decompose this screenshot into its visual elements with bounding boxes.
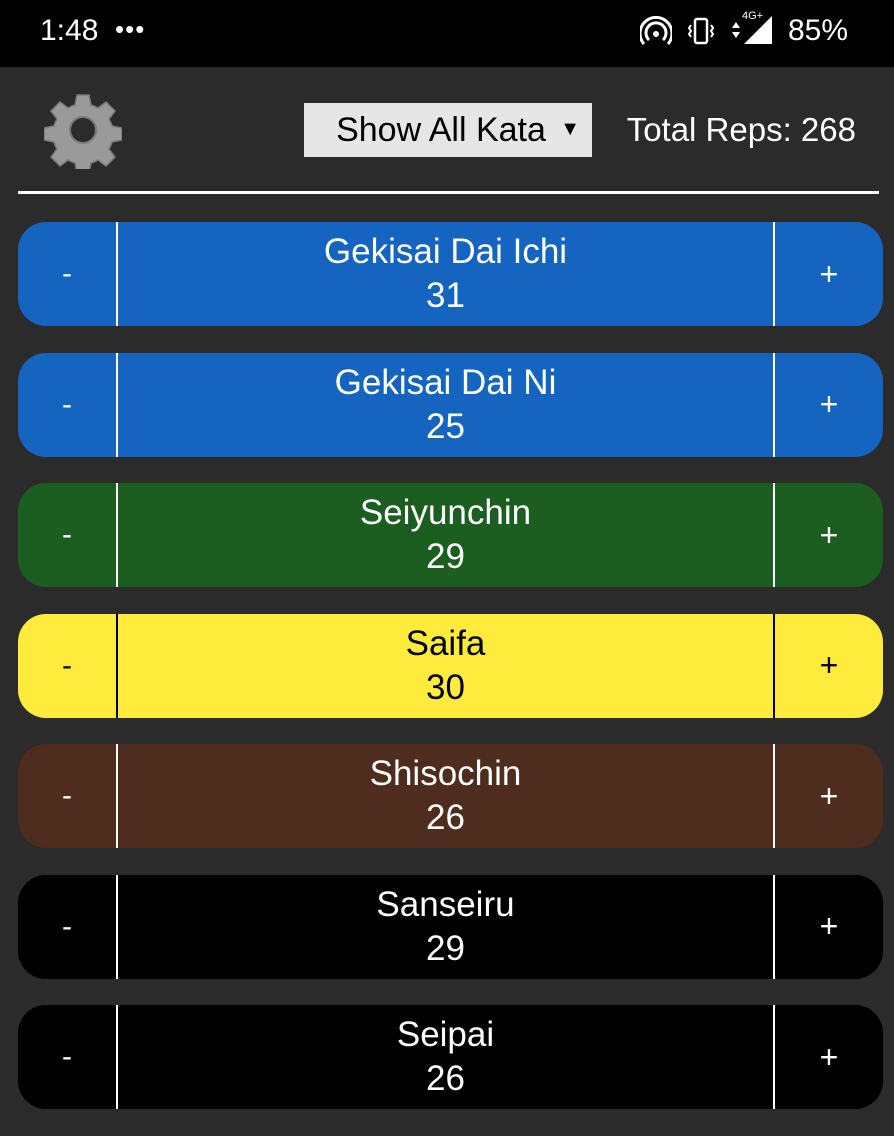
kata-name: Gekisai Dai Ichi (323, 232, 568, 272)
increment-button[interactable]: + (773, 613, 883, 718)
decrement-button[interactable]: - (18, 352, 118, 457)
kata-row: - Seiyunchin 29 + (18, 483, 883, 587)
kata-count: 25 (426, 406, 465, 446)
kata-row: - Shisochin 26 + (18, 744, 883, 848)
kata-count: 29 (426, 928, 465, 968)
decrement-button[interactable]: - (18, 483, 118, 587)
decrement-button[interactable]: - (18, 613, 118, 718)
kata-info: Gekisai Dai Ni 25 (118, 353, 773, 457)
increment-button[interactable]: + (773, 1005, 883, 1109)
kata-name: Seiyunchin (359, 493, 532, 533)
signal-icon: 4G+ (730, 10, 774, 46)
battery-percent: 85% (787, 14, 848, 47)
kata-info: Shisochin 26 (118, 744, 773, 848)
increment-button[interactable]: + (773, 744, 883, 848)
kata-row: - Seipai 26 + (18, 1005, 883, 1109)
kata-filter-label: Show All Kata (336, 110, 546, 149)
kata-count: 30 (426, 667, 465, 707)
kata-info: Saifa 30 (118, 614, 773, 718)
decrement-button[interactable]: - (18, 874, 118, 979)
status-bar: 1:48 ••• 4G+ 85% (0, 0, 894, 67)
kata-count: 31 (426, 276, 465, 315)
kata-info: Seiyunchin 29 (118, 483, 773, 587)
kata-count: 26 (426, 1059, 465, 1098)
kata-count: 29 (426, 537, 465, 576)
kata-list: - Gekisai Dai Ichi 31 + - Gekisai Dai Ni 25 + - S… (18, 222, 883, 1136)
status-right: 4G+ 85% (639, 10, 848, 48)
total-reps: Total Reps: 268 (626, 111, 856, 148)
kata-name: Sanseiru (376, 884, 515, 924)
kata-row: - Sanseiru 29 + (18, 874, 883, 979)
increment-button[interactable]: + (773, 874, 883, 979)
network-label: 4G+ (741, 10, 764, 22)
increment-button[interactable]: + (773, 483, 883, 587)
notification-dots-icon: ••• (115, 14, 146, 44)
kata-name: Shisochin (369, 754, 522, 794)
kata-count: 26 (426, 798, 465, 837)
header-divider (18, 191, 879, 194)
kata-row: - Saifa 30 + (18, 613, 883, 718)
kata-name: Seipai (396, 1015, 495, 1055)
status-time: 1:48 (40, 14, 99, 47)
kata-info: Seipai 26 (118, 1005, 773, 1109)
kata-name: Saifa (405, 623, 486, 663)
kata-name: Gekisai Dai Ni (334, 362, 557, 402)
decrement-button[interactable]: - (18, 1005, 118, 1109)
header: Show All Kata ▼ Total Reps: 268 (0, 67, 894, 191)
dropdown-arrow-icon: ▼ (560, 118, 580, 140)
kata-filter-select[interactable]: Show All Kata ▼ (304, 103, 592, 157)
kata-info: Sanseiru 29 (118, 875, 773, 979)
increment-button[interactable]: + (773, 352, 883, 457)
decrement-button[interactable]: - (18, 744, 118, 848)
kata-row: - Gekisai Dai Ichi 31 + (18, 222, 883, 326)
settings-gear-icon[interactable] (43, 91, 123, 174)
kata-row: - Gekisai Dai Ni 25 + (18, 352, 883, 457)
hotspot-icon (639, 16, 672, 46)
vibrate-icon (686, 16, 716, 46)
kata-info: Gekisai Dai Ichi 31 (118, 222, 773, 326)
increment-button[interactable]: + (773, 222, 883, 326)
decrement-button[interactable]: - (18, 222, 118, 326)
